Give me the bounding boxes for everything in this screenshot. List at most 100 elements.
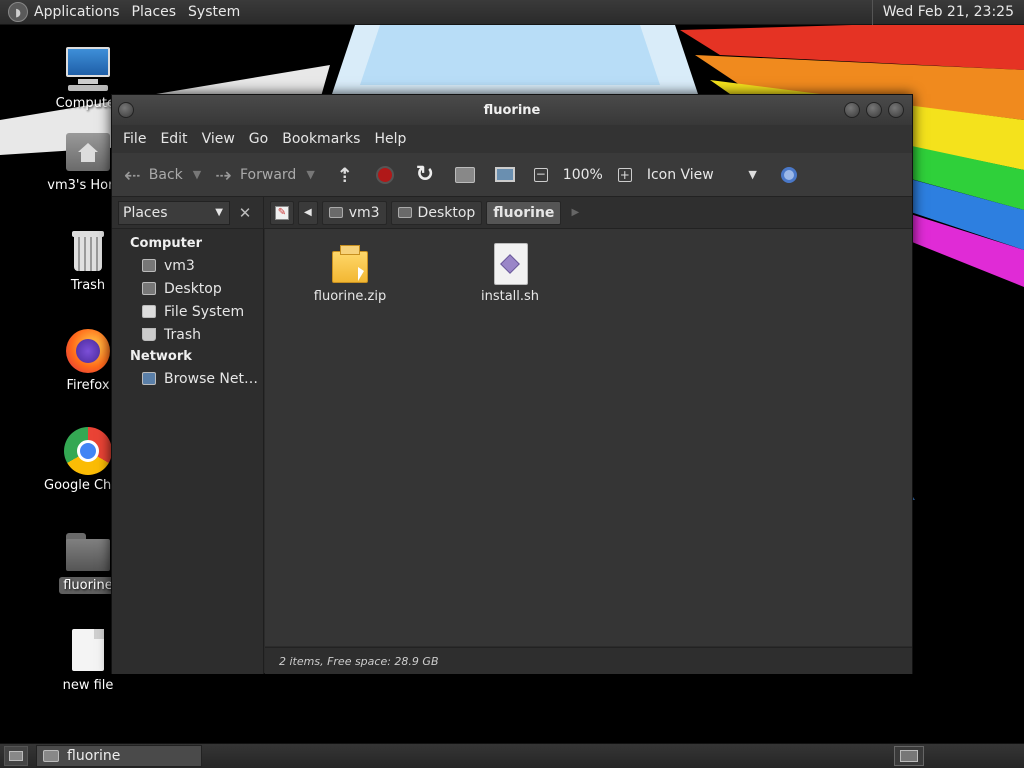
distro-logo-icon[interactable]: ◗ xyxy=(8,2,28,22)
sidebar-item-label: vm3 xyxy=(164,257,195,274)
search-button[interactable] xyxy=(775,161,803,189)
stop-button[interactable] xyxy=(371,161,399,189)
breadcrumb-scroll-left[interactable]: ◀ xyxy=(298,200,318,225)
back-arrow-icon: ⇠ xyxy=(124,162,141,187)
back-history-dropdown-icon[interactable]: ▼ xyxy=(193,168,201,181)
computer-icon xyxy=(64,45,112,93)
status-bar: 2 items, Free space: 28.9 GB xyxy=(265,647,912,674)
chevron-right-icon[interactable]: ▶ xyxy=(571,207,579,218)
zoom-out-button[interactable]: − xyxy=(527,161,555,189)
home-folder-icon xyxy=(142,259,156,272)
forward-arrow-icon: ⇢ xyxy=(215,162,232,187)
sidebar: Computer vm3 Desktop File System Trash N… xyxy=(112,229,264,674)
menu-help[interactable]: Help xyxy=(367,131,413,147)
folder-icon xyxy=(64,527,112,575)
sidebar-item-trash[interactable]: Trash xyxy=(112,323,263,346)
menu-edit[interactable]: Edit xyxy=(153,131,194,147)
sidebar-item-browse-network[interactable]: Browse Net… xyxy=(112,367,263,390)
search-icon xyxy=(780,166,797,183)
sidebar-section-network: Network xyxy=(130,349,192,364)
edit-location-icon: ✎ xyxy=(275,205,289,220)
clock[interactable]: Wed Feb 21, 23:25 xyxy=(871,0,1024,25)
back-label: Back xyxy=(148,166,183,183)
toggle-location-entry-button[interactable]: ✎ xyxy=(270,200,294,225)
menu-view[interactable]: View xyxy=(195,131,242,147)
forward-history-dropdown-icon[interactable]: ▼ xyxy=(306,168,314,181)
chevron-left-icon: ◀ xyxy=(304,207,312,218)
taskbar-item-fluorine[interactable]: fluorine xyxy=(36,745,202,767)
firefox-icon xyxy=(64,327,112,375)
home-folder-icon xyxy=(64,127,112,175)
places-select-label: Places xyxy=(123,204,168,221)
file-name: install.sh xyxy=(480,289,540,304)
breadcrumb-fluorine[interactable]: fluorine xyxy=(486,200,562,225)
sidebar-item-label: Trash xyxy=(164,326,201,343)
sidebar-item-label: File System xyxy=(164,303,245,320)
close-button[interactable] xyxy=(888,102,904,118)
workspace-icon xyxy=(900,750,918,762)
file-manager-window: fluorine File Edit View Go Bookmarks Hel… xyxy=(111,94,913,674)
breadcrumb: ✎ ◀ vm3 Desktop fluorine ▶ xyxy=(264,197,579,229)
location-bar: Places ▼ ✕ ✎ ◀ vm3 Desktop fluorine ▶ xyxy=(112,196,912,229)
file-name: fluorine.zip xyxy=(313,289,387,304)
sidebar-section-computer: Computer xyxy=(130,236,203,251)
desktop-folder-icon xyxy=(142,282,156,295)
zoom-in-button[interactable]: + xyxy=(611,161,639,189)
breadcrumb-label: vm3 xyxy=(348,204,380,221)
view-mode-label: Icon View xyxy=(646,166,714,183)
computer-button[interactable] xyxy=(491,161,519,189)
places-select[interactable]: Places ▼ xyxy=(118,200,230,225)
sidebar-item-desktop[interactable]: Desktop xyxy=(112,277,263,300)
titlebar[interactable]: fluorine xyxy=(112,95,912,125)
zoom-in-icon: + xyxy=(617,167,632,182)
close-pane-icon[interactable]: ✕ xyxy=(234,204,256,222)
chrome-icon xyxy=(64,427,112,475)
up-button[interactable]: ⇡ xyxy=(331,161,359,189)
toolbar: ⇠ Back ▼ ⇢ Forward ▼ ⇡ ↻ − 100% + Icon V… xyxy=(112,153,912,197)
reload-button[interactable]: ↻ xyxy=(411,161,439,189)
folder-icon xyxy=(43,750,59,762)
view-mode-select[interactable]: Icon View ▼ xyxy=(647,167,757,183)
top-panel: ◗ Applications Places System Wed Feb 21,… xyxy=(0,0,1024,25)
stop-icon xyxy=(375,165,394,184)
desktop-folder-icon xyxy=(397,207,412,218)
menu-bookmarks[interactable]: Bookmarks xyxy=(275,131,367,147)
places-menu[interactable]: Places xyxy=(126,0,183,25)
file-icon xyxy=(64,627,112,675)
home-icon xyxy=(454,166,475,183)
menubar: File Edit View Go Bookmarks Help xyxy=(112,125,912,153)
home-button[interactable] xyxy=(451,161,479,189)
bottom-panel: fluorine xyxy=(0,743,1024,768)
up-arrow-icon: ⇡ xyxy=(336,162,354,187)
zoom-out-icon: − xyxy=(533,166,548,182)
window-title: fluorine xyxy=(483,102,541,118)
menu-file[interactable]: File xyxy=(116,131,153,147)
breadcrumb-desktop[interactable]: Desktop xyxy=(390,200,483,225)
network-icon xyxy=(142,372,156,385)
window-menu-button[interactable] xyxy=(118,102,134,118)
file-item-install-sh[interactable]: install.sh xyxy=(460,243,560,304)
sidebar-item-file-system[interactable]: File System xyxy=(112,300,263,323)
file-item-fluorine-zip[interactable]: fluorine.zip xyxy=(300,243,400,304)
drive-icon xyxy=(142,305,156,318)
back-button[interactable]: ⇠ Back xyxy=(120,159,187,191)
show-desktop-button[interactable] xyxy=(4,746,28,766)
workspace-switcher[interactable] xyxy=(894,746,924,766)
minimize-button[interactable] xyxy=(844,102,860,118)
breadcrumb-label: fluorine xyxy=(493,204,555,221)
trash-icon xyxy=(64,227,112,275)
file-view[interactable]: fluorine.zip install.sh xyxy=(265,229,912,646)
archive-icon xyxy=(330,243,370,285)
system-menu[interactable]: System xyxy=(182,0,246,25)
zoom-level: 100% xyxy=(562,166,603,183)
breadcrumb-vm3[interactable]: vm3 xyxy=(321,200,387,225)
sidebar-item-vm3[interactable]: vm3 xyxy=(112,254,263,277)
maximize-button[interactable] xyxy=(866,102,882,118)
chevron-down-icon: ▼ xyxy=(748,168,757,181)
taskbar-item-label: fluorine xyxy=(67,748,121,764)
applications-menu[interactable]: Applications xyxy=(28,0,126,25)
script-icon xyxy=(490,243,530,285)
forward-button[interactable]: ⇢ Forward xyxy=(211,159,300,191)
menu-go[interactable]: Go xyxy=(242,131,275,147)
sidebar-item-label: Browse Net… xyxy=(164,370,259,387)
